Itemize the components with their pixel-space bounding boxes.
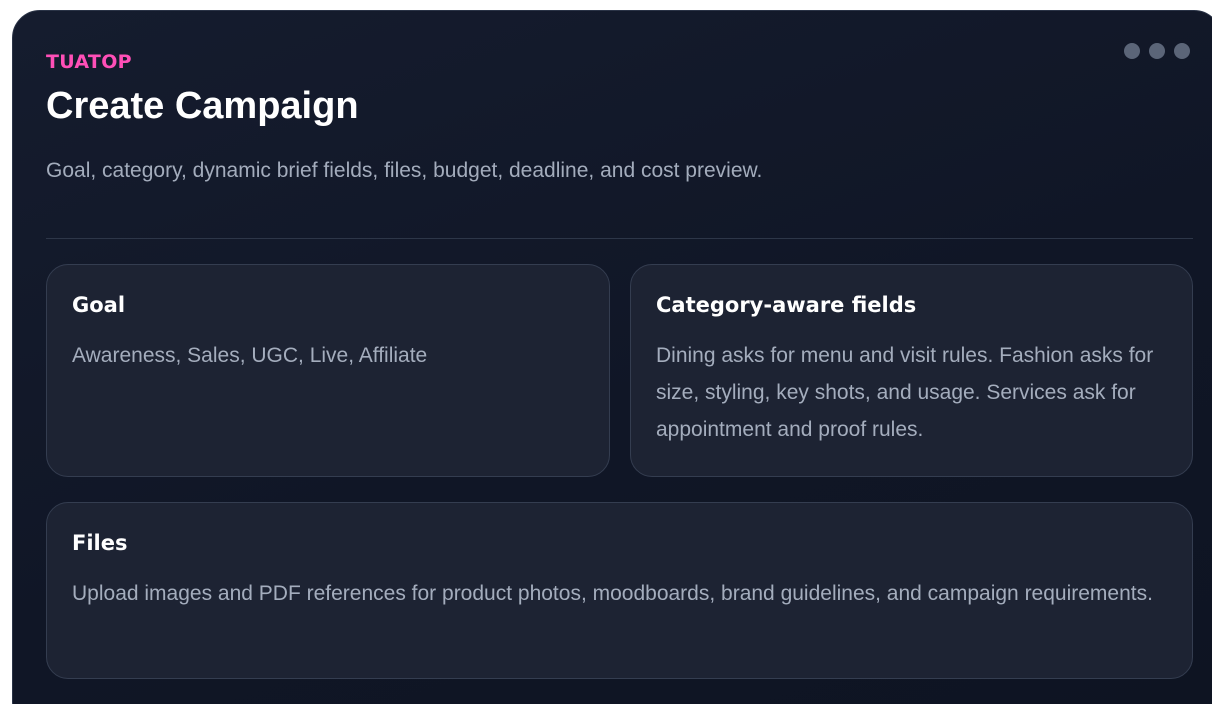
category-fields-card-body: Dining asks for menu and visit rules. Fa… xyxy=(656,344,1154,441)
page-title: Create Campaign xyxy=(46,85,359,127)
create-campaign-panel: TUATOP Create Campaign Goal, category, d… xyxy=(12,10,1212,704)
goal-card[interactable]: Goal Awareness, Sales, UGC, Live, Affili… xyxy=(46,264,610,477)
more-dots-icon[interactable] xyxy=(1124,43,1190,59)
dot xyxy=(1149,43,1165,59)
brand-label: TUATOP xyxy=(46,51,132,73)
files-card[interactable]: Files Upload images and PDF references f… xyxy=(46,502,1193,679)
dot xyxy=(1174,43,1190,59)
goal-card-title: Goal xyxy=(72,293,126,317)
category-fields-card-title: Category-aware fields xyxy=(656,293,917,317)
divider xyxy=(46,238,1193,239)
category-fields-card[interactable]: Category-aware fields Dining asks for me… xyxy=(630,264,1193,477)
dot xyxy=(1124,43,1140,59)
files-card-body: Upload images and PDF references for pro… xyxy=(72,582,1153,605)
files-card-title: Files xyxy=(72,531,128,555)
goal-card-body: Awareness, Sales, UGC, Live, Affiliate xyxy=(72,344,428,367)
page-subtitle: Goal, category, dynamic brief fields, fi… xyxy=(46,159,763,182)
